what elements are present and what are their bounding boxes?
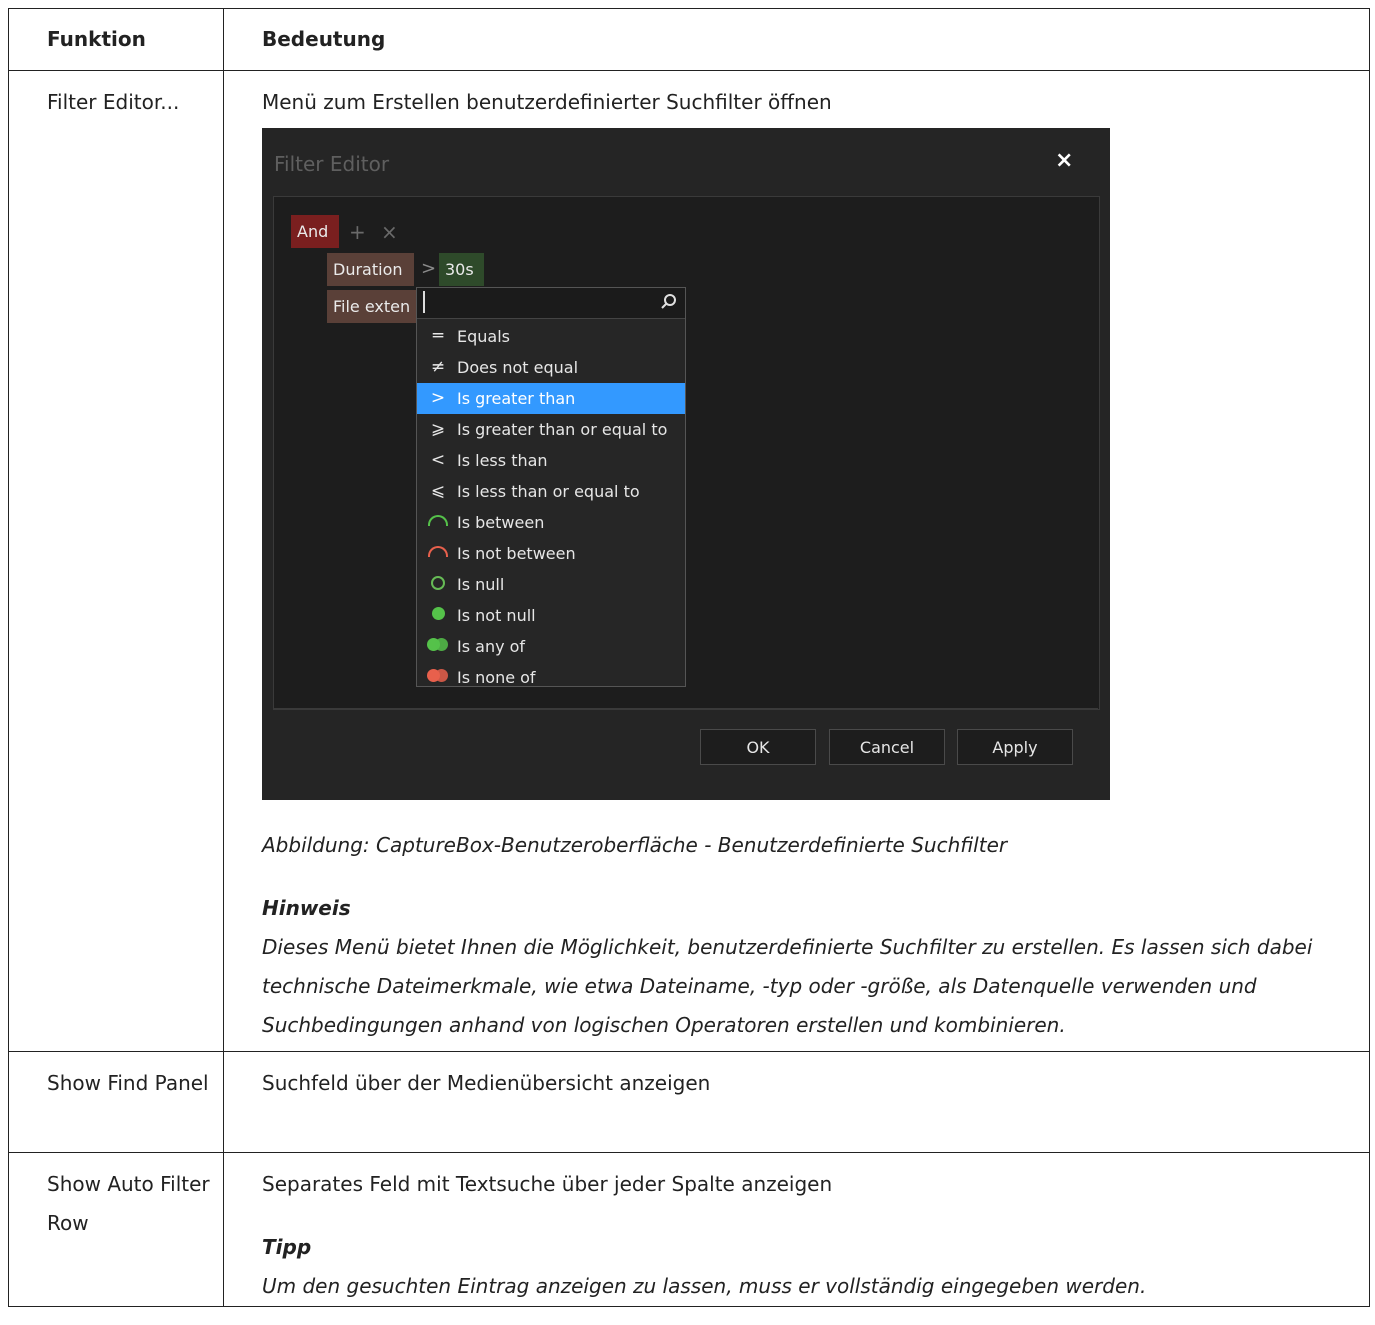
operator-label: Is not null	[457, 606, 536, 625]
not-between-icon	[427, 538, 449, 569]
operator-label: Does not equal	[457, 358, 579, 377]
apply-button[interactable]: Apply	[957, 729, 1073, 765]
table-row: Show Find Panel Suchfeld über der Medien…	[8, 1051, 1370, 1153]
function-name: Filter Editor...	[8, 70, 224, 1052]
operator-option[interactable]: Is any of	[417, 631, 685, 662]
function-name: Show Auto Filter Row	[8, 1152, 224, 1307]
operator-label: Is not between	[457, 544, 576, 563]
operator-option[interactable]: > Is greater than	[417, 383, 685, 414]
any-of-icon	[427, 631, 449, 662]
function-description: Menü zum Erstellen benutzerdefinierter S…	[262, 90, 832, 114]
operator-option[interactable]: Is none of	[417, 662, 685, 693]
table-header-row: Funktion Bedeutung	[8, 8, 1370, 71]
operator-label: Is between	[457, 513, 545, 532]
dialog-title: Filter Editor	[274, 152, 390, 176]
operator-icon: ═	[432, 326, 444, 346]
operator-label: Is greater than	[457, 389, 576, 408]
note-title: Hinweis	[262, 896, 351, 920]
operator-dropdown: ═ Equals ≠ Does not equal > Is greater than ⩾ I…	[416, 287, 686, 687]
operator-icon: ⩽	[430, 481, 446, 501]
operator-option[interactable]: ≠ Does not equal	[417, 352, 685, 383]
operator-search-input[interactable]	[417, 288, 685, 319]
table-row: Filter Editor... Menü zum Erstellen benu…	[8, 70, 1370, 1052]
function-name: Show Find Panel	[8, 1051, 224, 1153]
tip-text: Um den gesuchten Eintrag anzeigen zu las…	[262, 1274, 1147, 1298]
footer-divider	[273, 708, 1098, 709]
tip-title: Tipp	[262, 1235, 312, 1259]
operator-icon: <	[430, 450, 446, 470]
operator-option[interactable]: Is between	[417, 507, 685, 538]
search-icon	[661, 294, 676, 309]
operator-option[interactable]: Is not null	[417, 600, 685, 631]
ok-button[interactable]: OK	[700, 729, 816, 765]
operator-list: ═ Equals ≠ Does not equal > Is greater than ⩾ I…	[417, 321, 685, 693]
note-text: Dieses Menü bietet Ihnen die Möglichkeit…	[262, 935, 1313, 1037]
close-icon[interactable]: ×	[1055, 148, 1073, 173]
condition-value[interactable]: 30s	[439, 253, 484, 286]
header-bedeutung: Bedeutung	[223, 8, 1370, 71]
none-of-icon	[427, 662, 449, 693]
operator-option[interactable]: Is null	[417, 569, 685, 600]
add-condition-icon[interactable]: +	[349, 220, 366, 244]
operator-option[interactable]: ⩽ Is less than or equal to	[417, 476, 685, 507]
operator-icon: ⩾	[430, 419, 446, 439]
condition-operator[interactable]: >	[421, 258, 436, 279]
group-operator-chip[interactable]: And	[291, 215, 339, 248]
operator-label: Is null	[457, 575, 505, 594]
operator-option[interactable]: < Is less than	[417, 445, 685, 476]
operator-label: Is any of	[457, 637, 526, 656]
function-description-cell: Separates Feld mit Textsuche über jeder …	[223, 1152, 1370, 1307]
function-description-cell: Menü zum Erstellen benutzerdefinierter S…	[223, 70, 1370, 1052]
condition-field-duration[interactable]: Duration	[327, 253, 414, 286]
figure-caption: Abbildung: CaptureBox-Benutzeroberfläche…	[262, 833, 1008, 857]
operator-icon: >	[430, 388, 446, 408]
function-description: Suchfeld über der Medienübersicht anzeig…	[223, 1051, 1370, 1153]
operator-label: Is greater than or equal to	[457, 420, 668, 439]
between-icon	[427, 507, 449, 538]
operator-label: Equals	[457, 327, 510, 346]
table-row: Show Auto Filter Row Separates Feld mit …	[8, 1152, 1370, 1307]
operator-label: Is less than or equal to	[457, 482, 640, 501]
filter-editor-screenshot: Filter Editor × And + × Duration > 30s F…	[262, 128, 1110, 800]
function-description: Separates Feld mit Textsuche über jeder …	[262, 1172, 833, 1196]
operator-label: Is less than	[457, 451, 548, 470]
operator-option[interactable]: ⩾ Is greater than or equal to	[417, 414, 685, 445]
header-funktion: Funktion	[8, 8, 224, 71]
operator-label: Is none of	[457, 668, 536, 687]
function-table: Funktion Bedeutung Filter Editor... Menü…	[8, 8, 1370, 1307]
operator-option[interactable]: ═ Equals	[417, 321, 685, 352]
cancel-button[interactable]: Cancel	[829, 729, 945, 765]
remove-group-icon[interactable]: ×	[381, 220, 398, 244]
condition-field-file-extension[interactable]: File exten	[327, 290, 417, 323]
operator-icon: ≠	[430, 357, 446, 377]
text-caret	[423, 291, 425, 313]
not-null-icon	[427, 600, 449, 631]
operator-option[interactable]: Is not between	[417, 538, 685, 569]
null-icon	[427, 569, 449, 600]
